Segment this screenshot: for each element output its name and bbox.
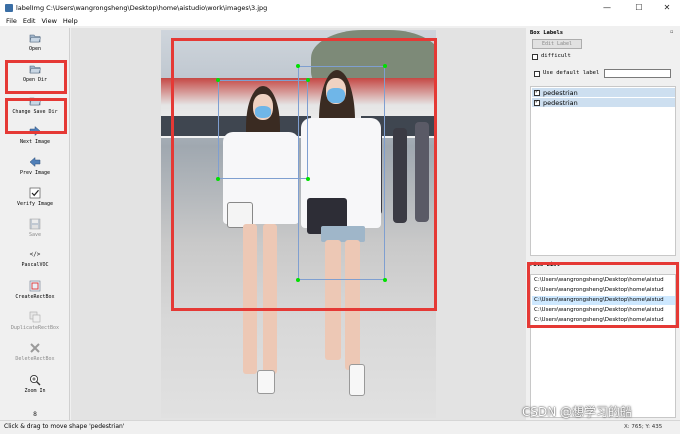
edit-label-text: Edit Label xyxy=(541,41,573,47)
verify-image-button[interactable]: Verify Image xyxy=(0,185,70,213)
save-icon xyxy=(29,218,41,230)
prev-image-label: Prev Image xyxy=(19,170,51,176)
pascal-voc-button[interactable]: </> PascalVOC xyxy=(0,246,70,274)
zoom-in-label: Zoom In xyxy=(24,388,46,394)
use-default-label-text: Use default label xyxy=(543,70,600,76)
dock-float-icon[interactable]: ▫ xyxy=(670,29,673,35)
verify-image-label: Verify Image xyxy=(16,201,54,207)
check-icon xyxy=(29,187,41,199)
more-tools-button[interactable]: 8 xyxy=(0,406,70,420)
delete-icon xyxy=(29,342,41,354)
maximize-button[interactable]: ☐ xyxy=(626,0,652,15)
prev-image-button[interactable]: Prev Image xyxy=(0,154,70,182)
open-label: Open xyxy=(28,46,42,52)
default-label-input[interactable] xyxy=(604,69,671,78)
highlight-open-dir xyxy=(5,60,67,94)
left-toolbar: Open Open Dir Change Save Dir Next Image… xyxy=(0,28,70,420)
save-button[interactable]: Save xyxy=(0,216,70,244)
status-bar: Click & drag to move shape 'pedestrian' … xyxy=(0,420,680,434)
next-image-label: Next Image xyxy=(19,139,51,145)
create-rect-box-button[interactable]: CreateRectBox xyxy=(0,278,70,306)
delete-rect-box-button[interactable]: DeleteRectBox xyxy=(0,340,70,368)
label-visible-checkbox[interactable]: ✓ xyxy=(534,99,540,106)
labelimg-window: labelImg C:\Users\wangrongsheng\Desktop\… xyxy=(0,0,680,434)
highlight-file-list xyxy=(527,262,679,328)
more-icon: 8 xyxy=(33,410,37,418)
zoom-in-icon xyxy=(29,374,41,386)
label-list-item[interactable]: ✓ pedestrian xyxy=(532,98,675,107)
minimize-button[interactable]: — xyxy=(594,0,620,15)
menu-edit[interactable]: Edit xyxy=(23,17,36,25)
right-dock-panel: Box Labels ▫ Edit Label difficult Use de… xyxy=(527,28,680,420)
highlight-annotations xyxy=(171,38,437,311)
cursor-coordinates: X: 765; Y: 435 xyxy=(624,424,663,430)
menu-help[interactable]: Help xyxy=(63,17,78,25)
menu-view[interactable]: View xyxy=(41,17,56,25)
difficult-label: difficult xyxy=(541,53,571,59)
save-label: Save xyxy=(28,232,42,238)
label-list: ✓ pedestrian ✓ pedestrian xyxy=(530,86,676,256)
highlight-change-save-dir xyxy=(5,98,67,134)
title-bar: labelImg C:\Users\wangrongsheng\Desktop\… xyxy=(0,0,680,15)
box-labels-title: Box Labels xyxy=(530,30,564,36)
create-rect-box-label: CreateRectBox xyxy=(15,294,55,300)
delete-rect-box-label: DeleteRectBox xyxy=(15,356,55,362)
label-item-text: pedestrian xyxy=(543,88,578,97)
window-title: labelImg C:\Users\wangrongsheng\Desktop\… xyxy=(16,3,268,12)
status-message: Click & drag to move shape 'pedestrian' xyxy=(4,423,125,430)
duplicate-rect-box-button[interactable]: DuplicateRectBox xyxy=(0,309,70,337)
arrow-left-icon xyxy=(29,156,41,168)
zoom-in-button[interactable]: Zoom In xyxy=(0,372,70,400)
use-default-label-checkbox[interactable] xyxy=(534,71,540,77)
duplicate-rect-box-label: DuplicateRectBox xyxy=(10,325,60,331)
edit-label-button[interactable]: Edit Label xyxy=(532,39,582,49)
watermark: CSDN @想学习的船 xyxy=(522,405,633,419)
difficult-checkbox[interactable] xyxy=(532,54,538,60)
app-icon xyxy=(5,3,13,12)
menu-bar: File Edit View Help xyxy=(0,15,680,26)
label-visible-checkbox[interactable]: ✓ xyxy=(534,89,540,96)
label-list-item[interactable]: ✓ pedestrian xyxy=(532,88,675,97)
create-box-icon xyxy=(29,280,41,292)
label-item-text: pedestrian xyxy=(543,98,578,107)
pascal-voc-label: PascalVOC xyxy=(21,262,49,268)
open-button[interactable]: Open xyxy=(0,30,70,58)
format-icon: </> xyxy=(29,250,41,258)
menu-file[interactable]: File xyxy=(6,17,17,25)
duplicate-icon xyxy=(29,311,41,323)
image-canvas[interactable] xyxy=(71,28,526,420)
folder-icon xyxy=(29,32,41,44)
close-button[interactable]: ✕ xyxy=(654,0,680,15)
